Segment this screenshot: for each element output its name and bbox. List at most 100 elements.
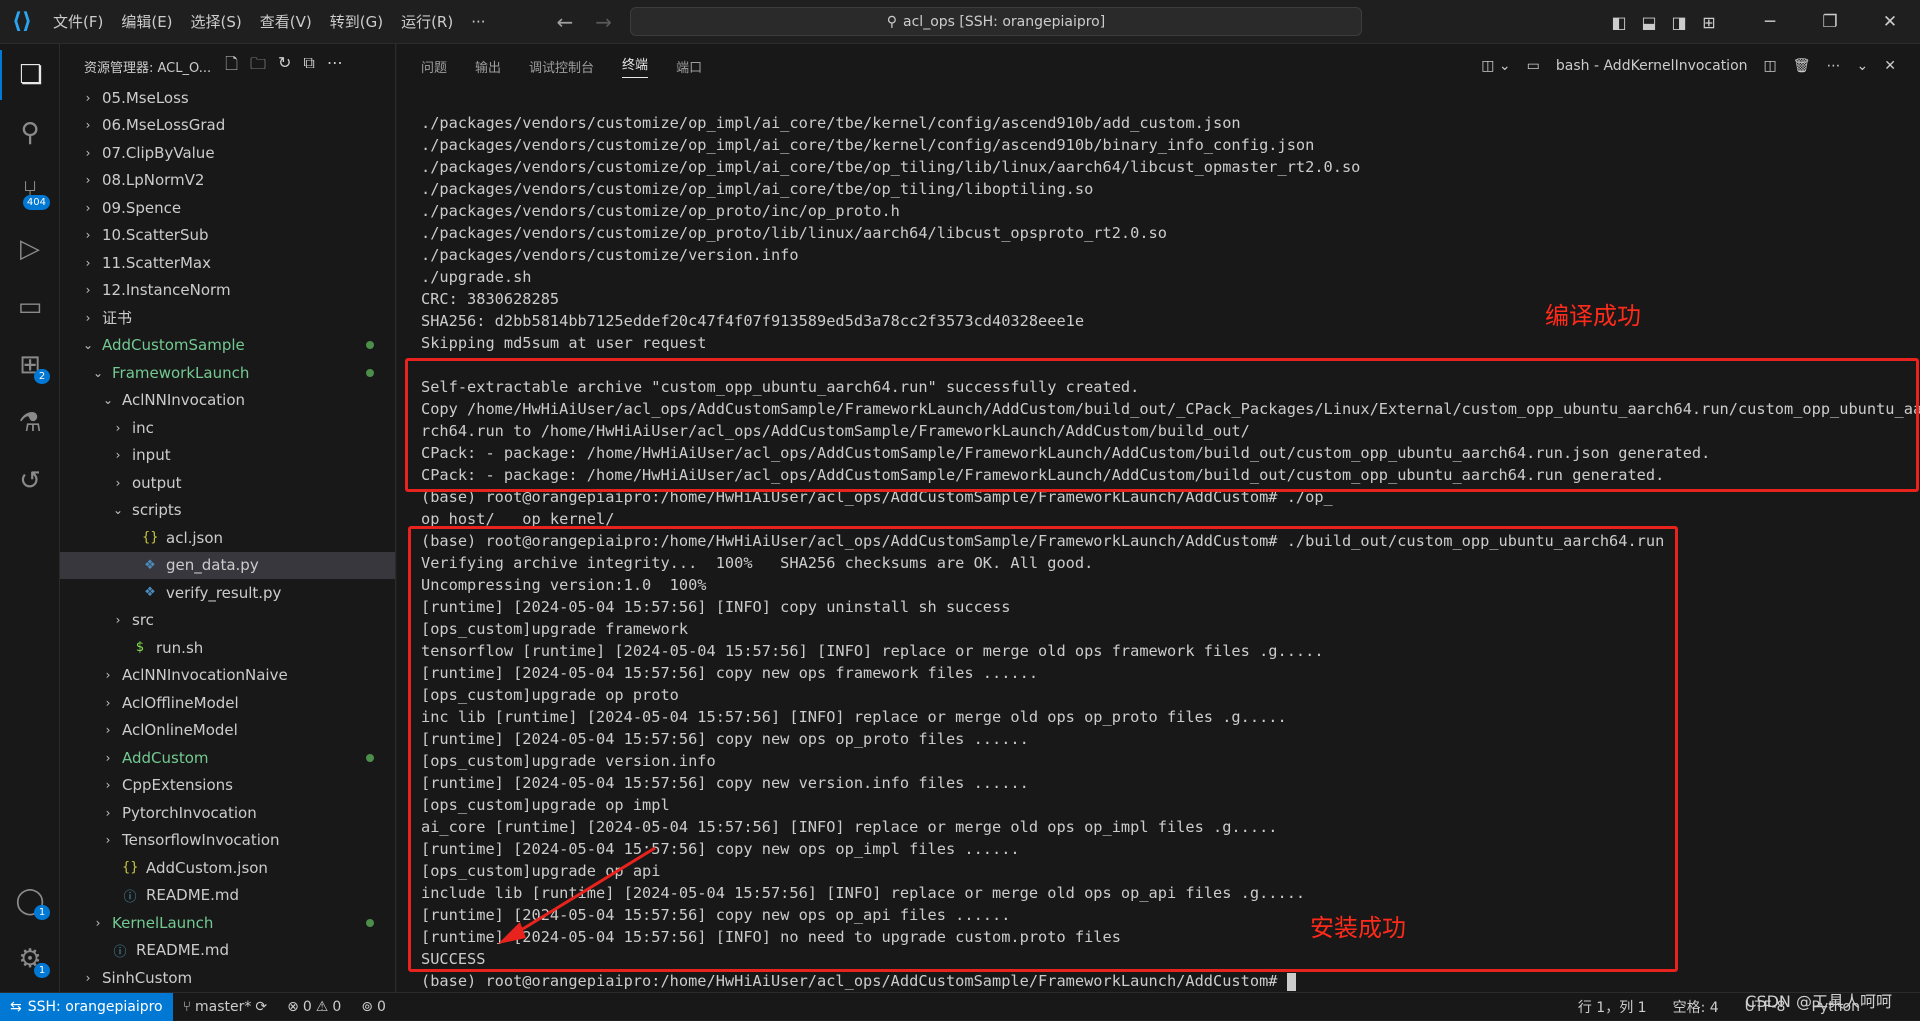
explorer-icon[interactable]: ❏ — [0, 50, 60, 100]
chevron-right-icon: › — [115, 475, 121, 490]
file-tree: › 05.MseLoss › 06.MseLossGrad › 07.ClipByValu… — [60, 84, 395, 992]
indentation[interactable]: 空格: 4 — [1673, 997, 1719, 1017]
terminal-line: ./packages/vendors/customize/op_impl/ai_… — [421, 114, 1241, 132]
run-debug-icon[interactable]: ▷ — [0, 224, 60, 274]
tree-item[interactable]: › 09.Spence — [60, 194, 395, 222]
terminal-line: CRC: 3830628285 — [421, 290, 560, 308]
vscode-logo-icon[interactable]: ⟨⟩ — [0, 0, 44, 44]
command-center[interactable]: ⚲ acl_ops [SSH: orangepiaipro] — [630, 7, 1362, 36]
tree-item[interactable]: › output — [60, 469, 395, 497]
tree-item[interactable]: ⓘ README.md — [60, 937, 395, 965]
tree-item[interactable]: › CppExtensions — [60, 772, 395, 800]
toggle-sidebar-icon[interactable]: ◧ — [1604, 13, 1634, 32]
menu-item-2[interactable]: 选择(S) — [182, 0, 251, 44]
tree-item[interactable]: › 08.LpNormV2 — [60, 167, 395, 195]
ports-icon: ⊚ — [361, 998, 374, 1015]
json-file-icon: {} — [142, 530, 159, 546]
extensions-icon[interactable]: ⊞ 2 — [0, 340, 60, 390]
menu-item-0[interactable]: 文件(F) — [44, 0, 112, 44]
panel-tab-0[interactable]: 问题 — [421, 57, 447, 76]
tree-item-label: FrameworkLaunch — [112, 363, 250, 382]
tree-item[interactable]: › 07.ClipByValue — [60, 139, 395, 167]
back-arrow-icon[interactable]: ← — [557, 10, 574, 34]
shell-file-icon: $ — [135, 640, 145, 656]
tree-item[interactable]: ⌄ scripts — [60, 497, 395, 525]
chevron-right-icon: › — [115, 420, 121, 435]
tree-item[interactable]: › 05.MseLoss — [60, 84, 395, 112]
remote-explorer-icon[interactable]: ▭ — [0, 282, 60, 332]
branch-indicator[interactable]: ⑂ master* ⟳ — [173, 999, 278, 1015]
ports-indicator[interactable]: ⊚ 0 — [351, 999, 396, 1015]
tree-item[interactable]: › 证书 — [60, 304, 395, 332]
terminal-title[interactable]: bash - AddKernelInvocation — [1556, 58, 1748, 74]
tree-item[interactable]: › AclNNInvocationNaive — [60, 662, 395, 690]
testing-icon[interactable]: ⚗ — [0, 398, 60, 448]
tree-item[interactable]: › TensorflowInvocation — [60, 827, 395, 855]
toggle-panel-icon[interactable]: ⬓ — [1634, 13, 1664, 32]
tree-item[interactable]: › 06.MseLossGrad — [60, 112, 395, 140]
timeline-icon[interactable]: ↺ — [0, 456, 60, 506]
close-panel-icon[interactable]: ✕ — [1884, 58, 1896, 74]
menu-item-6[interactable]: ··· — [462, 0, 494, 44]
tree-item[interactable]: › PytorchInvocation — [60, 799, 395, 827]
split-dropdown-icon[interactable]: ◫ ⌄ — [1481, 58, 1510, 74]
cursor-position[interactable]: 行 1，列 1 — [1578, 997, 1647, 1017]
accounts-icon[interactable]: ◯ 1 — [0, 876, 60, 926]
tree-item-label: AclOfflineModel — [122, 693, 239, 712]
settings-gear-icon[interactable]: ⚙ 1 — [0, 934, 60, 984]
tree-item[interactable]: ❖ gen_data.py — [60, 551, 395, 579]
remote-indicator[interactable]: ⇆ SSH: orangepiaipro — [0, 992, 173, 1021]
refresh-icon[interactable]: ↻ — [278, 53, 291, 80]
tree-item[interactable]: › KernelLaunch — [60, 909, 395, 937]
tree-item[interactable]: {} acl.json — [60, 524, 395, 552]
minimize-icon[interactable]: ─ — [1740, 12, 1800, 32]
trash-icon[interactable]: 🗑 — [1793, 58, 1811, 74]
panel-tab-2[interactable]: 调试控制台 — [529, 57, 594, 76]
more-icon[interactable]: ⋯ — [1827, 58, 1841, 74]
tree-item[interactable]: › inc — [60, 414, 395, 442]
split-terminal-icon[interactable]: ◫ — [1764, 58, 1777, 74]
collapse-all-icon[interactable]: ⧉ — [303, 53, 314, 80]
panel-tab-3[interactable]: 终端 — [622, 54, 649, 78]
tree-item[interactable]: ⓘ README.md — [60, 882, 395, 910]
tree-item[interactable]: ⌄ AddCustomSample — [60, 332, 395, 360]
toggle-secondary-sidebar-icon[interactable]: ◨ — [1664, 13, 1694, 32]
menu-item-5[interactable]: 运行(R) — [392, 0, 462, 44]
customize-layout-icon[interactable]: ⊞ — [1694, 13, 1724, 32]
source-control-icon[interactable]: ⑂ 404 — [0, 166, 60, 216]
tree-item[interactable]: {} AddCustom.json — [60, 854, 395, 882]
tree-item[interactable]: ⌄ FrameworkLaunch — [60, 359, 395, 387]
problems-indicator[interactable]: ⊗ 0 ⚠ 0 — [277, 999, 351, 1015]
tree-item[interactable]: › 11.ScatterMax — [60, 249, 395, 277]
chevron-right-icon: › — [85, 283, 91, 298]
menu-bar: 文件(F) 编辑(E) 选择(S) 查看(V) 转到(G) 运行(R) ··· — [44, 0, 495, 44]
chevron-down-icon: ⌄ — [112, 503, 124, 518]
arrow-head — [498, 922, 526, 944]
tree-item[interactable]: › 10.ScatterSub — [60, 222, 395, 250]
tree-item[interactable]: › SinhCustom — [60, 964, 395, 992]
menu-item-1[interactable]: 编辑(E) — [112, 0, 181, 44]
close-icon[interactable]: ✕ — [1860, 12, 1920, 32]
panel-tab-4[interactable]: 端口 — [676, 57, 702, 76]
tree-item[interactable]: › AclOfflineModel — [60, 689, 395, 717]
search-view-icon[interactable]: ⚲ — [0, 108, 60, 158]
forward-arrow-icon[interactable]: → — [595, 10, 612, 34]
tree-item[interactable]: › AddCustom — [60, 744, 395, 772]
chevron-right-icon: › — [95, 915, 101, 930]
new-folder-icon[interactable]: 🗀 — [250, 53, 266, 80]
menu-item-4[interactable]: 转到(G) — [321, 0, 392, 44]
restore-icon[interactable]: ❐ — [1800, 12, 1860, 32]
tree-item[interactable]: ❖ verify_result.py — [60, 579, 395, 607]
menu-item-3[interactable]: 查看(V) — [251, 0, 321, 44]
new-file-icon[interactable]: 🗋 — [225, 53, 238, 80]
panel-tab-1[interactable]: 输出 — [475, 57, 501, 76]
tree-item[interactable]: › input — [60, 442, 395, 470]
tree-item[interactable]: › src — [60, 607, 395, 635]
tree-item[interactable]: ⌄ AclNNInvocation — [60, 387, 395, 415]
tree-item[interactable]: › 12.InstanceNorm — [60, 277, 395, 305]
chevron-down-icon[interactable]: ⌄ — [1857, 58, 1869, 74]
modified-dot — [366, 918, 374, 927]
tree-item[interactable]: › AclOnlineModel — [60, 717, 395, 745]
tree-item[interactable]: $ run.sh — [60, 634, 395, 662]
more-actions-icon[interactable]: ⋯ — [327, 53, 343, 80]
